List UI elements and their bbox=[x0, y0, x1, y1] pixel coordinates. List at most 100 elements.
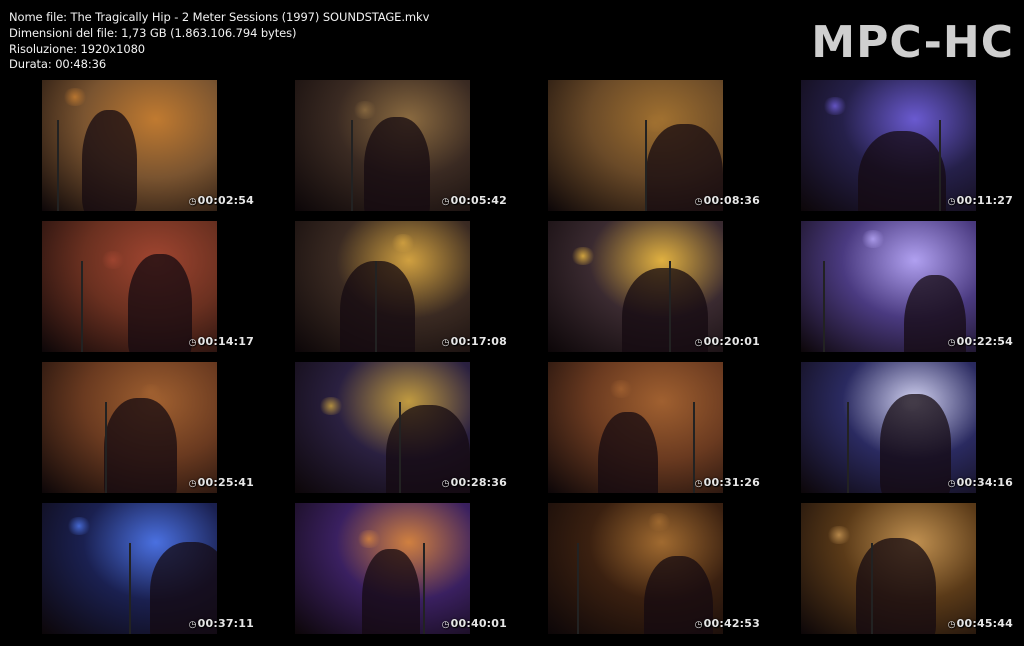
thumbnail-grid: ◷00:02:54 ◷00:05:42 ◷00:08:36 ◷00:11:27 ◷00:… bbox=[0, 0, 1024, 646]
performer-silhouette bbox=[856, 538, 936, 634]
timestamp-text: 00:22:54 bbox=[956, 335, 1013, 348]
clock-icon: ◷ bbox=[188, 338, 197, 348]
mic-stand bbox=[577, 543, 579, 634]
timestamp: ◷00:45:44 bbox=[948, 617, 1013, 630]
video-frame bbox=[42, 80, 217, 211]
video-frame bbox=[295, 80, 470, 211]
clock-icon: ◷ bbox=[694, 620, 703, 630]
video-frame bbox=[801, 362, 976, 493]
video-frame bbox=[295, 362, 470, 493]
clock-icon: ◷ bbox=[441, 338, 450, 348]
stage-light bbox=[66, 517, 92, 535]
thumbnail[interactable]: ◷00:17:08 bbox=[262, 221, 507, 352]
stage-light bbox=[860, 230, 886, 248]
thumbnail[interactable]: ◷00:14:17 bbox=[9, 221, 254, 352]
mic-stand bbox=[645, 120, 647, 211]
mic-stand bbox=[823, 261, 825, 352]
mic-stand bbox=[939, 120, 941, 211]
timestamp: ◷00:20:01 bbox=[695, 335, 760, 348]
stage-light bbox=[62, 88, 88, 106]
video-frame bbox=[295, 221, 470, 352]
thumbnail[interactable]: ◷00:05:42 bbox=[262, 80, 507, 211]
thumbnail[interactable]: ◷00:28:36 bbox=[262, 362, 507, 493]
clock-icon: ◷ bbox=[441, 197, 450, 207]
timestamp-text: 00:28:36 bbox=[450, 476, 507, 489]
thumbnail[interactable]: ◷00:25:41 bbox=[9, 362, 254, 493]
timestamp-text: 00:45:44 bbox=[956, 617, 1013, 630]
thumbnail[interactable]: ◷00:42:53 bbox=[515, 503, 760, 634]
performer-silhouette bbox=[598, 412, 658, 493]
video-frame bbox=[42, 362, 217, 493]
mic-stand bbox=[105, 402, 107, 493]
timestamp: ◷00:14:17 bbox=[189, 335, 254, 348]
timestamp-text: 00:31:26 bbox=[703, 476, 760, 489]
thumbnail[interactable]: ◷00:37:11 bbox=[9, 503, 254, 634]
timestamp: ◷00:28:36 bbox=[442, 476, 507, 489]
performer-silhouette bbox=[364, 117, 430, 211]
clock-icon: ◷ bbox=[188, 479, 197, 489]
video-frame bbox=[42, 503, 217, 634]
performer-silhouette bbox=[82, 110, 137, 211]
timestamp: ◷00:11:27 bbox=[948, 194, 1013, 207]
timestamp: ◷00:25:41 bbox=[189, 476, 254, 489]
stage-light bbox=[608, 380, 634, 398]
clock-icon: ◷ bbox=[188, 197, 197, 207]
stage-light bbox=[390, 234, 416, 252]
mic-stand bbox=[669, 261, 671, 352]
thumbnail[interactable]: ◷00:34:16 bbox=[768, 362, 1013, 493]
mic-stand bbox=[81, 261, 83, 352]
stage-light bbox=[356, 530, 382, 548]
mic-stand bbox=[847, 402, 849, 493]
timestamp-text: 00:05:42 bbox=[450, 194, 507, 207]
clock-icon: ◷ bbox=[947, 338, 956, 348]
video-frame bbox=[548, 362, 723, 493]
stage-light bbox=[822, 97, 848, 115]
performer-silhouette bbox=[362, 549, 420, 634]
mic-stand bbox=[871, 543, 873, 634]
thumbnail[interactable]: ◷00:02:54 bbox=[9, 80, 254, 211]
stage-light bbox=[318, 397, 344, 415]
performer-silhouette bbox=[858, 131, 946, 211]
timestamp-text: 00:34:16 bbox=[956, 476, 1013, 489]
timestamp-text: 00:14:17 bbox=[197, 335, 254, 348]
video-frame bbox=[42, 221, 217, 352]
thumbnail[interactable]: ◷00:40:01 bbox=[262, 503, 507, 634]
clock-icon: ◷ bbox=[694, 197, 703, 207]
thumbnail[interactable]: ◷00:20:01 bbox=[515, 221, 760, 352]
timestamp-text: 00:42:53 bbox=[703, 617, 760, 630]
timestamp-text: 00:40:01 bbox=[450, 617, 507, 630]
timestamp: ◷00:37:11 bbox=[189, 617, 254, 630]
video-frame bbox=[801, 503, 976, 634]
thumbnail[interactable]: ◷00:22:54 bbox=[768, 221, 1013, 352]
thumbnail[interactable]: ◷00:31:26 bbox=[515, 362, 760, 493]
stage-light bbox=[352, 101, 378, 119]
timestamp: ◷00:40:01 bbox=[442, 617, 507, 630]
timestamp: ◷00:34:16 bbox=[948, 476, 1013, 489]
stage-light bbox=[646, 513, 672, 531]
timestamp: ◷00:42:53 bbox=[695, 617, 760, 630]
mic-stand bbox=[129, 543, 131, 634]
mic-stand bbox=[375, 261, 377, 352]
video-frame bbox=[548, 503, 723, 634]
video-frame bbox=[548, 221, 723, 352]
timestamp: ◷00:02:54 bbox=[189, 194, 254, 207]
clock-icon: ◷ bbox=[188, 620, 197, 630]
clock-icon: ◷ bbox=[694, 479, 703, 489]
performer-silhouette bbox=[128, 254, 192, 352]
thumbnail[interactable]: ◷00:11:27 bbox=[768, 80, 1013, 211]
clock-icon: ◷ bbox=[947, 620, 956, 630]
video-frame bbox=[295, 503, 470, 634]
thumbnail[interactable]: ◷00:45:44 bbox=[768, 503, 1013, 634]
thumbnail[interactable]: ◷00:08:36 bbox=[515, 80, 760, 211]
video-frame bbox=[801, 221, 976, 352]
stage-light bbox=[570, 247, 596, 265]
mic-stand bbox=[57, 120, 59, 211]
timestamp: ◷00:05:42 bbox=[442, 194, 507, 207]
stage-light bbox=[826, 526, 852, 544]
timestamp-text: 00:37:11 bbox=[197, 617, 254, 630]
timestamp-text: 00:11:27 bbox=[956, 194, 1013, 207]
timestamp: ◷00:08:36 bbox=[695, 194, 760, 207]
timestamp: ◷00:31:26 bbox=[695, 476, 760, 489]
timestamp-text: 00:08:36 bbox=[703, 194, 760, 207]
mic-stand bbox=[423, 543, 425, 634]
